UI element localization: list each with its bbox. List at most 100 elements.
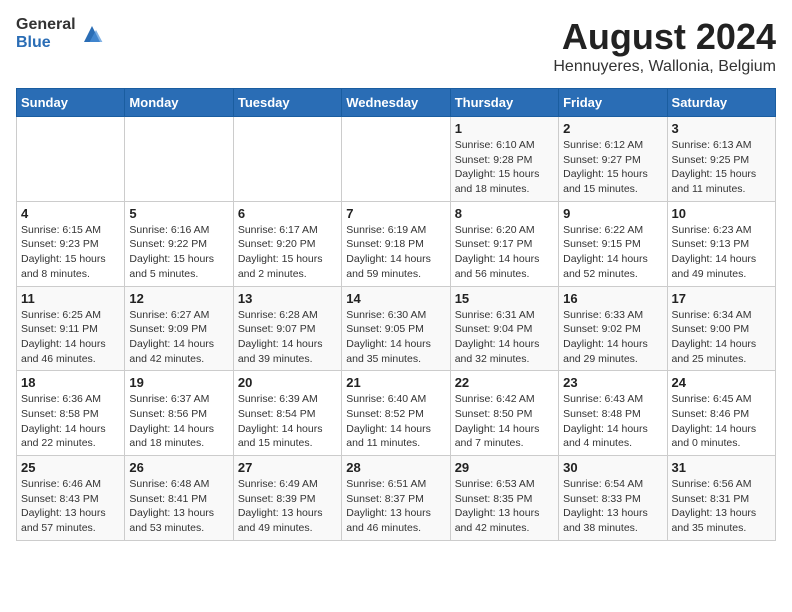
day-number: 19 [129, 375, 228, 390]
day-number: 7 [346, 206, 445, 221]
weekday-header-thursday: Thursday [450, 89, 558, 117]
day-cell: 3 Sunrise: 6:13 AM Sunset: 9:25 PM Daylig… [667, 117, 775, 202]
weekday-header-sunday: Sunday [17, 89, 125, 117]
day-cell: 12Sunrise: 6:27 AM Sunset: 9:09 PM Dayli… [125, 286, 233, 371]
day-number: 2 [563, 121, 662, 136]
day-number: 10 [672, 206, 771, 221]
day-number: 14 [346, 291, 445, 306]
day-number: 1 [455, 121, 554, 136]
day-cell: 9 Sunrise: 6:22 AM Sunset: 9:15 PM Daylig… [559, 201, 667, 286]
day-info: Sunrise: 6:34 AM Sunset: 9:00 PM Dayligh… [672, 308, 771, 367]
day-info: Sunrise: 6:40 AM Sunset: 8:52 PM Dayligh… [346, 392, 445, 451]
day-number: 28 [346, 460, 445, 475]
day-info: Sunrise: 6:13 AM Sunset: 9:25 PM Dayligh… [672, 138, 771, 197]
day-info: Sunrise: 6:12 AM Sunset: 9:27 PM Dayligh… [563, 138, 662, 197]
day-number: 11 [21, 291, 120, 306]
day-cell: 1 Sunrise: 6:10 AM Sunset: 9:28 PM Daylig… [450, 117, 558, 202]
day-cell: 2 Sunrise: 6:12 AM Sunset: 9:27 PM Daylig… [559, 117, 667, 202]
weekday-header-row: SundayMondayTuesdayWednesdayThursdayFrid… [17, 89, 776, 117]
calendar-table: SundayMondayTuesdayWednesdayThursdayFrid… [16, 88, 776, 541]
day-info: Sunrise: 6:28 AM Sunset: 9:07 PM Dayligh… [238, 308, 337, 367]
day-cell: 31Sunrise: 6:56 AM Sunset: 8:31 PM Dayli… [667, 456, 775, 541]
weekday-header-wednesday: Wednesday [342, 89, 450, 117]
day-info: Sunrise: 6:31 AM Sunset: 9:04 PM Dayligh… [455, 308, 554, 367]
day-number: 5 [129, 206, 228, 221]
day-cell: 17 Sunrise: 6:34 AM Sunset: 9:00 PM Dayli… [667, 286, 775, 371]
day-number: 22 [455, 375, 554, 390]
day-cell: 30 Sunrise: 6:54 AM Sunset: 8:33 PM Dayli… [559, 456, 667, 541]
day-number: 25 [21, 460, 120, 475]
day-info: Sunrise: 6:20 AM Sunset: 9:17 PM Dayligh… [455, 223, 554, 282]
day-cell: 18 Sunrise: 6:36 AM Sunset: 8:58 PM Dayli… [17, 371, 125, 456]
week-row-4: 18 Sunrise: 6:36 AM Sunset: 8:58 PM Dayli… [17, 371, 776, 456]
week-row-5: 25Sunrise: 6:46 AM Sunset: 8:43 PM Dayli… [17, 456, 776, 541]
day-info: Sunrise: 6:56 AM Sunset: 8:31 PM Dayligh… [672, 477, 771, 536]
day-cell: 15Sunrise: 6:31 AM Sunset: 9:04 PM Dayli… [450, 286, 558, 371]
day-info: Sunrise: 6:23 AM Sunset: 9:13 PM Dayligh… [672, 223, 771, 282]
day-info: Sunrise: 6:30 AM Sunset: 9:05 PM Dayligh… [346, 308, 445, 367]
day-info: Sunrise: 6:17 AM Sunset: 9:20 PM Dayligh… [238, 223, 337, 282]
weekday-header-friday: Friday [559, 89, 667, 117]
day-number: 16 [563, 291, 662, 306]
logo: General Blue [16, 16, 104, 52]
day-number: 30 [563, 460, 662, 475]
day-number: 24 [672, 375, 771, 390]
day-info: Sunrise: 6:25 AM Sunset: 9:11 PM Dayligh… [21, 308, 120, 367]
title-block: August 2024 Hennuyeres, Wallonia, Belgiu… [553, 16, 776, 76]
day-number: 18 [21, 375, 120, 390]
day-number: 6 [238, 206, 337, 221]
weekday-header-saturday: Saturday [667, 89, 775, 117]
day-info: Sunrise: 6:19 AM Sunset: 9:18 PM Dayligh… [346, 223, 445, 282]
day-cell: 24 Sunrise: 6:45 AM Sunset: 8:46 PM Dayli… [667, 371, 775, 456]
day-info: Sunrise: 6:15 AM Sunset: 9:23 PM Dayligh… [21, 223, 120, 282]
day-info: Sunrise: 6:10 AM Sunset: 9:28 PM Dayligh… [455, 138, 554, 197]
day-cell: 19 Sunrise: 6:37 AM Sunset: 8:56 PM Dayli… [125, 371, 233, 456]
day-info: Sunrise: 6:22 AM Sunset: 9:15 PM Dayligh… [563, 223, 662, 282]
day-info: Sunrise: 6:45 AM Sunset: 8:46 PM Dayligh… [672, 392, 771, 451]
day-info: Sunrise: 6:42 AM Sunset: 8:50 PM Dayligh… [455, 392, 554, 451]
day-number: 17 [672, 291, 771, 306]
day-cell: 22 Sunrise: 6:42 AM Sunset: 8:50 PM Dayli… [450, 371, 558, 456]
day-number: 4 [21, 206, 120, 221]
day-cell: 29 Sunrise: 6:53 AM Sunset: 8:35 PM Dayli… [450, 456, 558, 541]
day-number: 23 [563, 375, 662, 390]
day-cell: 7 Sunrise: 6:19 AM Sunset: 9:18 PM Daylig… [342, 201, 450, 286]
day-number: 12 [129, 291, 228, 306]
day-info: Sunrise: 6:43 AM Sunset: 8:48 PM Dayligh… [563, 392, 662, 451]
day-cell: 27 Sunrise: 6:49 AM Sunset: 8:39 PM Dayli… [233, 456, 341, 541]
weekday-header-tuesday: Tuesday [233, 89, 341, 117]
day-cell: 8 Sunrise: 6:20 AM Sunset: 9:17 PM Daylig… [450, 201, 558, 286]
day-number: 13 [238, 291, 337, 306]
day-cell [125, 117, 233, 202]
day-cell [17, 117, 125, 202]
day-number: 8 [455, 206, 554, 221]
day-info: Sunrise: 6:48 AM Sunset: 8:41 PM Dayligh… [129, 477, 228, 536]
day-cell [342, 117, 450, 202]
day-cell: 10 Sunrise: 6:23 AM Sunset: 9:13 PM Dayli… [667, 201, 775, 286]
calendar-title: August 2024 [553, 16, 776, 58]
day-number: 20 [238, 375, 337, 390]
day-cell: 4 Sunrise: 6:15 AM Sunset: 9:23 PM Daylig… [17, 201, 125, 286]
day-cell [233, 117, 341, 202]
day-info: Sunrise: 6:33 AM Sunset: 9:02 PM Dayligh… [563, 308, 662, 367]
day-cell: 16 Sunrise: 6:33 AM Sunset: 9:02 PM Dayli… [559, 286, 667, 371]
day-cell: 11 Sunrise: 6:25 AM Sunset: 9:11 PM Dayli… [17, 286, 125, 371]
week-row-1: 1 Sunrise: 6:10 AM Sunset: 9:28 PM Daylig… [17, 117, 776, 202]
day-number: 3 [672, 121, 771, 136]
day-info: Sunrise: 6:54 AM Sunset: 8:33 PM Dayligh… [563, 477, 662, 536]
day-cell: 13 Sunrise: 6:28 AM Sunset: 9:07 PM Dayli… [233, 286, 341, 371]
day-info: Sunrise: 6:51 AM Sunset: 8:37 PM Dayligh… [346, 477, 445, 536]
day-info: Sunrise: 6:36 AM Sunset: 8:58 PM Dayligh… [21, 392, 120, 451]
day-info: Sunrise: 6:53 AM Sunset: 8:35 PM Dayligh… [455, 477, 554, 536]
day-info: Sunrise: 6:37 AM Sunset: 8:56 PM Dayligh… [129, 392, 228, 451]
calendar-subtitle: Hennuyeres, Wallonia, Belgium [553, 58, 776, 76]
week-row-3: 11 Sunrise: 6:25 AM Sunset: 9:11 PM Dayli… [17, 286, 776, 371]
day-number: 27 [238, 460, 337, 475]
day-info: Sunrise: 6:49 AM Sunset: 8:39 PM Dayligh… [238, 477, 337, 536]
logo-blue: Blue [16, 34, 76, 52]
day-number: 9 [563, 206, 662, 221]
logo-icon [80, 22, 104, 46]
day-number: 29 [455, 460, 554, 475]
week-row-2: 4 Sunrise: 6:15 AM Sunset: 9:23 PM Daylig… [17, 201, 776, 286]
day-cell: 14 Sunrise: 6:30 AM Sunset: 9:05 PM Dayli… [342, 286, 450, 371]
